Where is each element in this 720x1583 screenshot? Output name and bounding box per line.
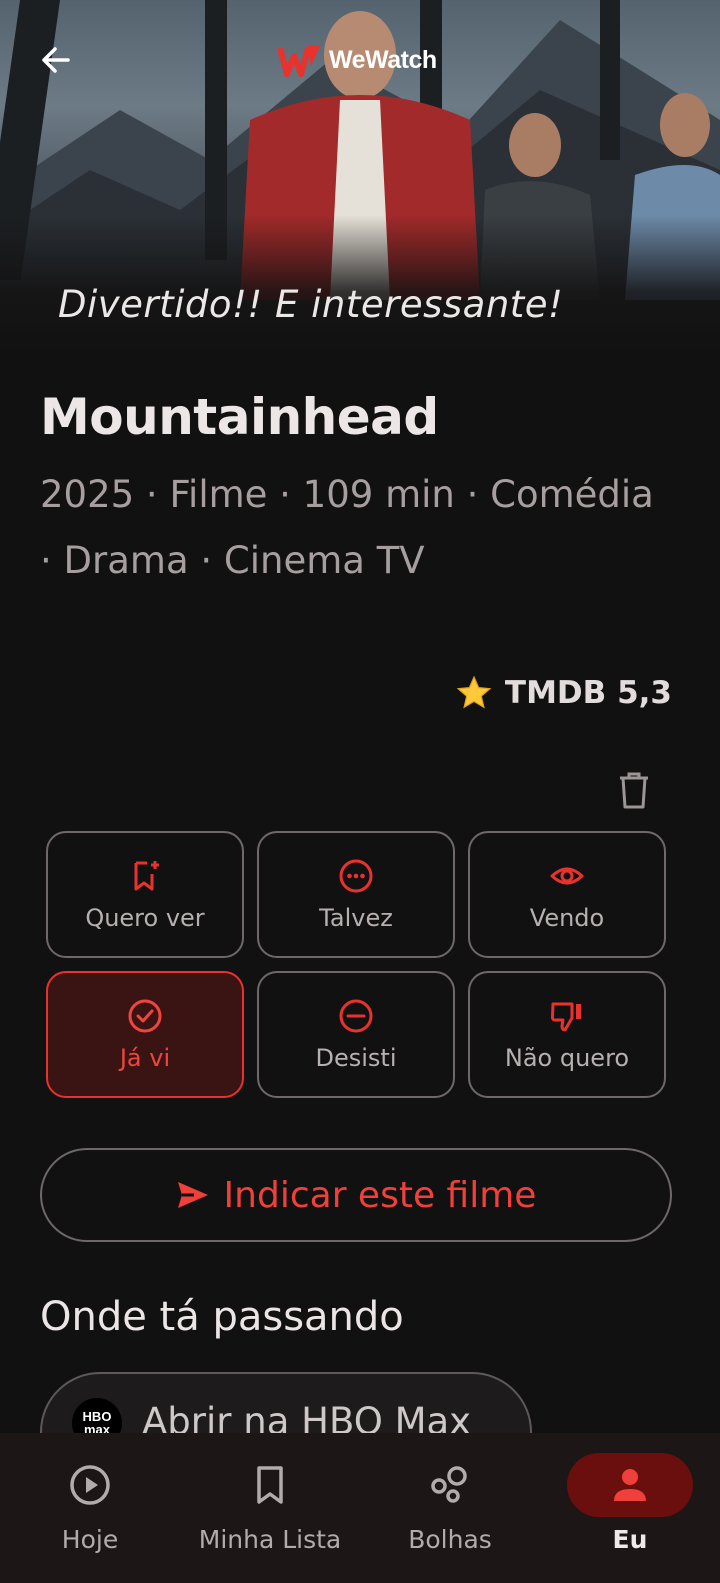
status-label: Vendo (529, 903, 605, 932)
rating-label: TMDB 5,3 (504, 675, 672, 711)
status-label: Quero ver (85, 903, 205, 932)
status-watched-button[interactable]: Já vi (46, 971, 244, 1098)
app-logo: WeWatch (277, 40, 437, 80)
nav-label: Hoje (61, 1525, 119, 1554)
minus-circle-icon (339, 999, 373, 1032)
bubbles-icon (431, 1466, 467, 1503)
status-label: Já vi (119, 1043, 171, 1072)
status-label: Talvez (319, 903, 393, 932)
check-circle-icon (128, 999, 162, 1032)
status-label: Desisti (315, 1043, 397, 1072)
logo-text: WeWatch (329, 45, 437, 74)
nav-item-bolhas[interactable]: Bolhas (360, 1433, 540, 1583)
nav-item-eu[interactable]: Eu (540, 1433, 720, 1583)
bookmark-icon (257, 1466, 283, 1504)
send-icon (177, 1182, 208, 1208)
arrow-left-icon (42, 47, 70, 73)
nav-label: Eu (612, 1525, 648, 1554)
bottom-navigation: Hoje Minha Lista Bolhas Eu (0, 1433, 720, 1583)
wewatch-logo-icon (277, 46, 320, 77)
thumbs-down-icon (550, 1002, 581, 1031)
play-circle-icon (70, 1465, 110, 1505)
status-want-to-watch-button[interactable]: Quero ver (46, 831, 244, 958)
back-button[interactable] (34, 38, 78, 82)
person-icon (614, 1469, 646, 1501)
star-icon (456, 675, 492, 709)
nav-label: Bolhas (408, 1525, 492, 1554)
more-circle-icon (339, 859, 373, 892)
delete-button[interactable] (616, 770, 652, 810)
eye-icon (550, 867, 584, 884)
status-grid: Quero ver Talvez Vendo Já vi Desisti Não… (46, 831, 668, 1098)
trash-icon (620, 772, 648, 809)
nav-label: Minha Lista (198, 1525, 342, 1554)
hero-tagline: Divertido!! E interessante! (58, 283, 564, 326)
nav-item-minha-lista[interactable]: Minha Lista (180, 1433, 360, 1583)
status-maybe-button[interactable]: Talvez (257, 831, 455, 958)
bookmark-add-icon (134, 860, 159, 890)
status-label: Não quero (504, 1043, 630, 1072)
movie-meta: 2025 · Filme · 109 min · Comédia · Drama… (40, 473, 654, 582)
recommend-label: Indicar este filme (223, 1174, 537, 1216)
status-watching-button[interactable]: Vendo (468, 831, 666, 958)
status-dont-want-button[interactable]: Não quero (468, 971, 666, 1098)
nav-item-hoje[interactable]: Hoje (0, 1433, 180, 1583)
rating: TMDB 5,3 (455, 674, 672, 712)
movie-title: Mountainhead (40, 388, 439, 446)
recommend-button[interactable]: Indicar este filme (40, 1148, 672, 1242)
status-gave-up-button[interactable]: Desisti (257, 971, 455, 1098)
where-to-watch-heading: Onde tá passando (40, 1294, 404, 1340)
